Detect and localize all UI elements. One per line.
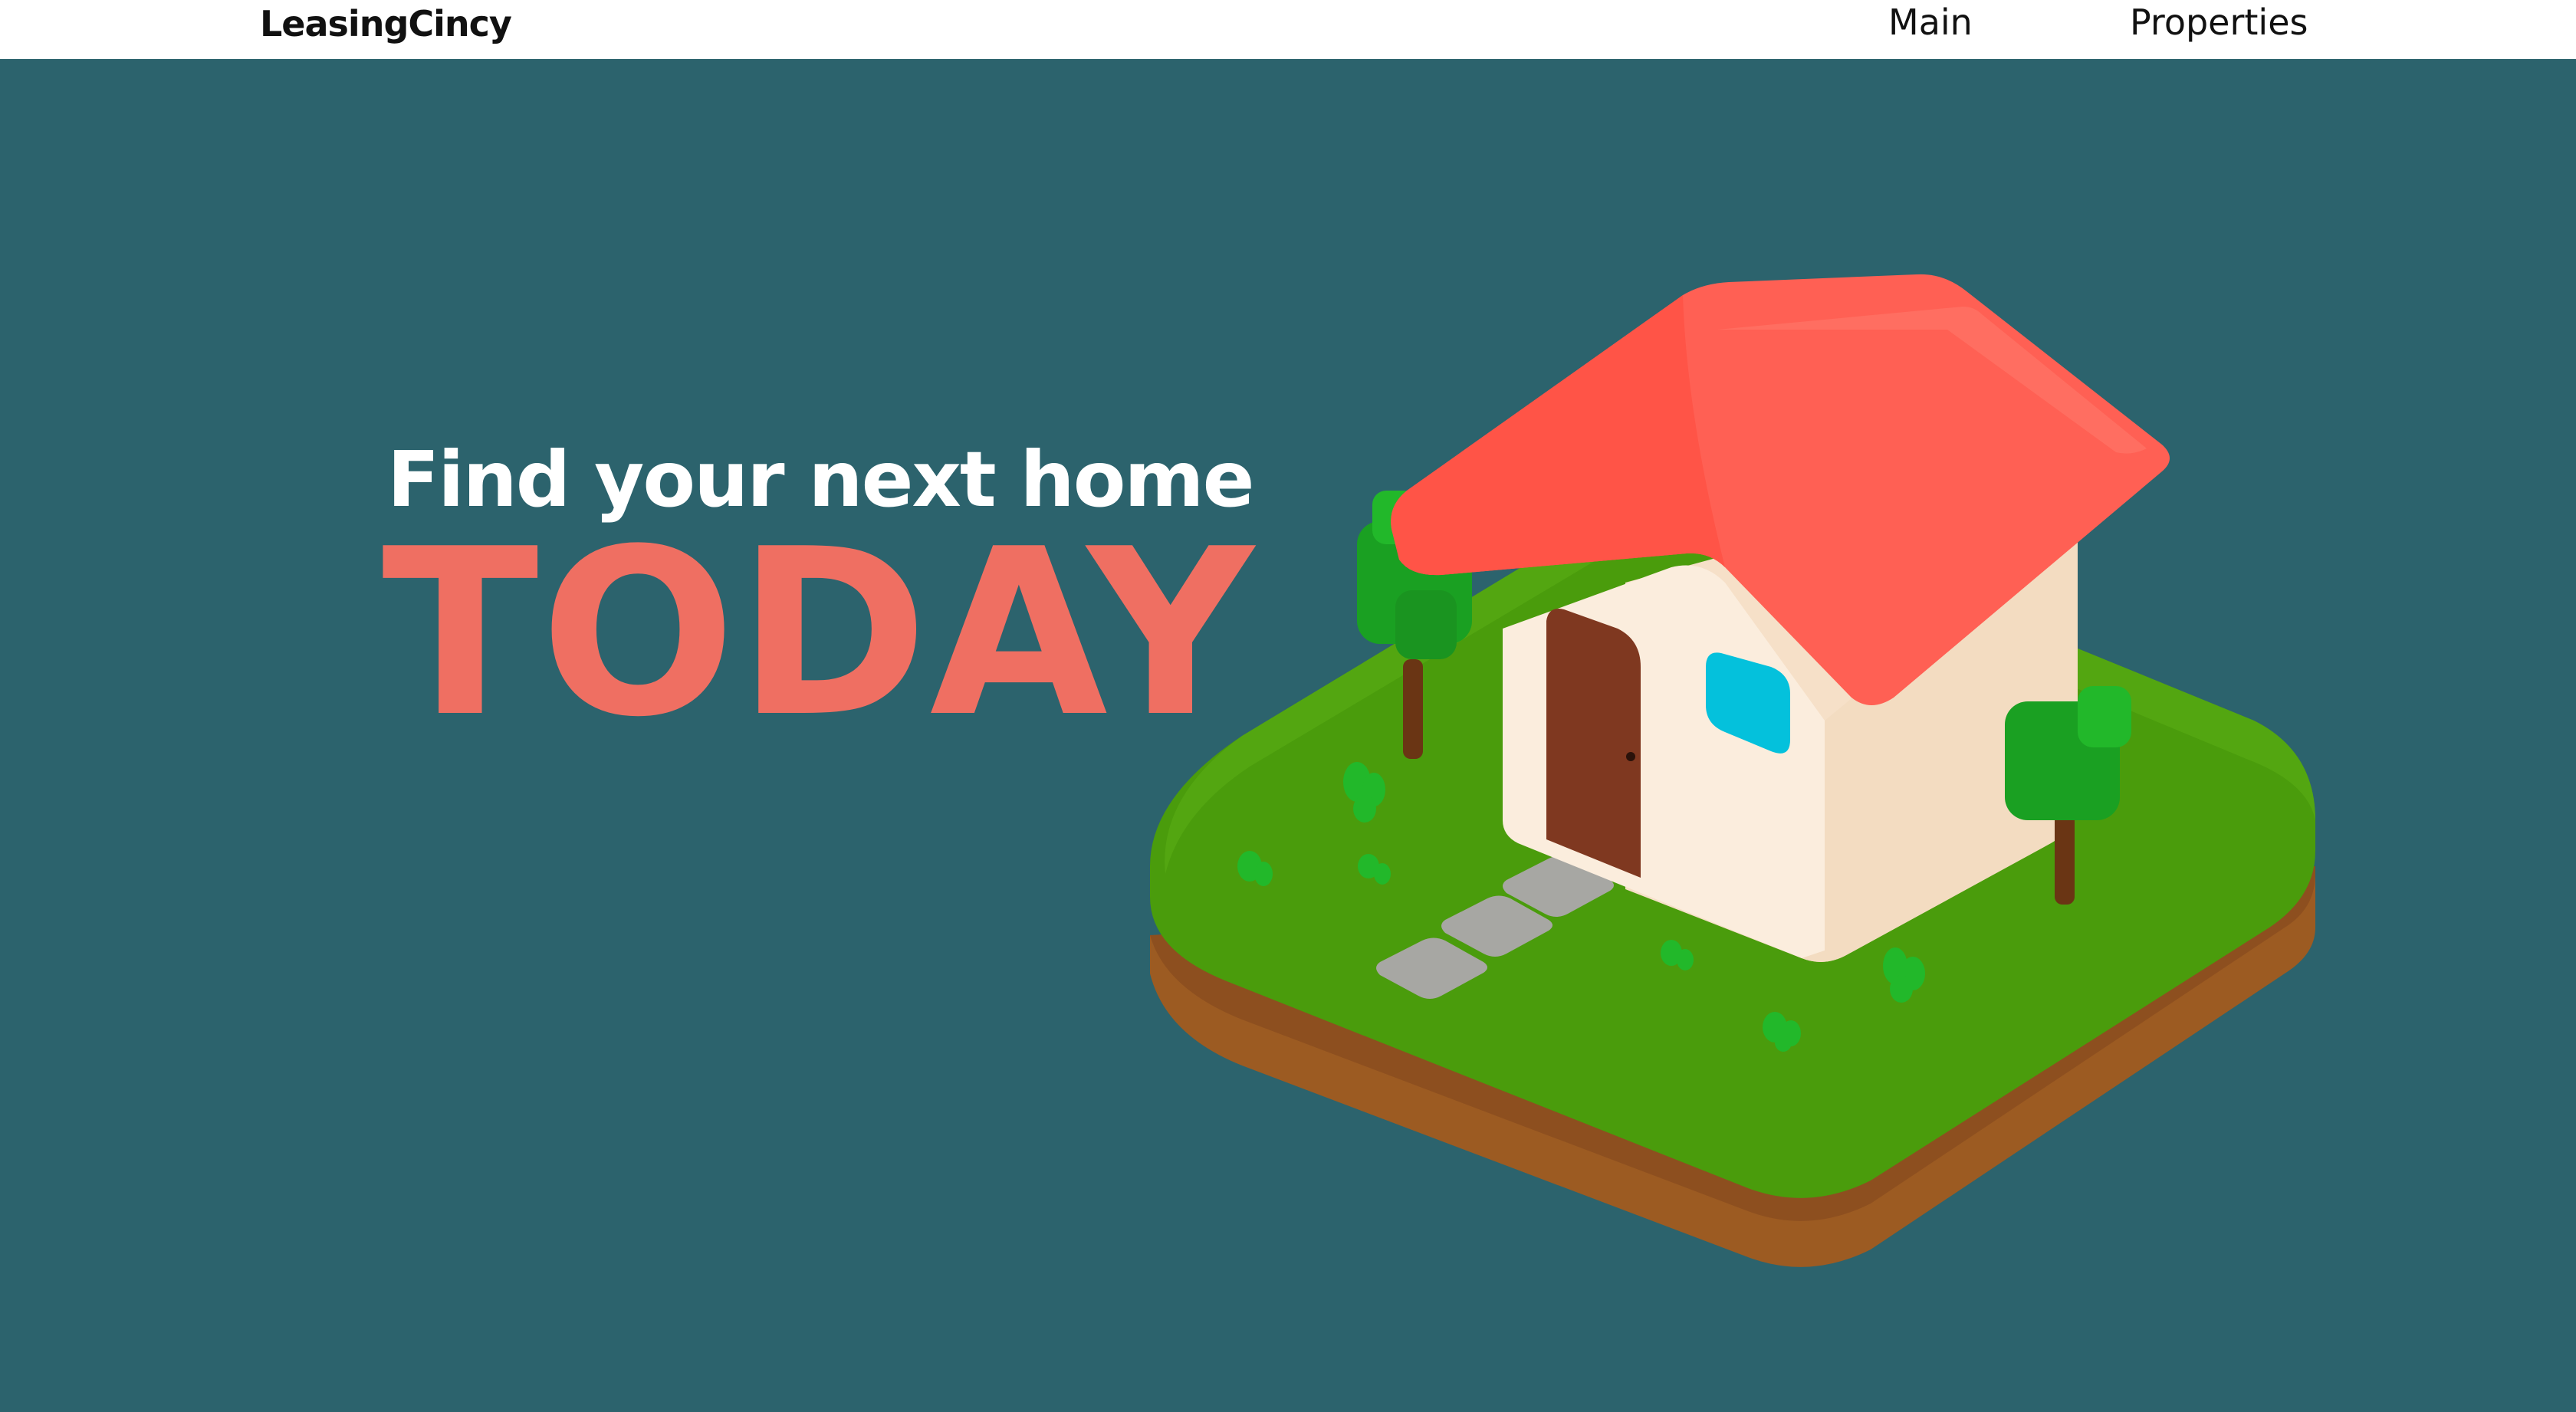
hero-accent-text: TODAY [382, 500, 1256, 767]
nav-link-main[interactable]: Main [1888, 2, 1973, 43]
nav-link-properties[interactable]: Properties [2130, 2, 2308, 43]
top-navbar: LeasingCincy Main Properties [0, 0, 2576, 59]
brand-logo-link[interactable]: LeasingCincy [260, 3, 512, 44]
house-illustration-icon [1150, 274, 2315, 1267]
